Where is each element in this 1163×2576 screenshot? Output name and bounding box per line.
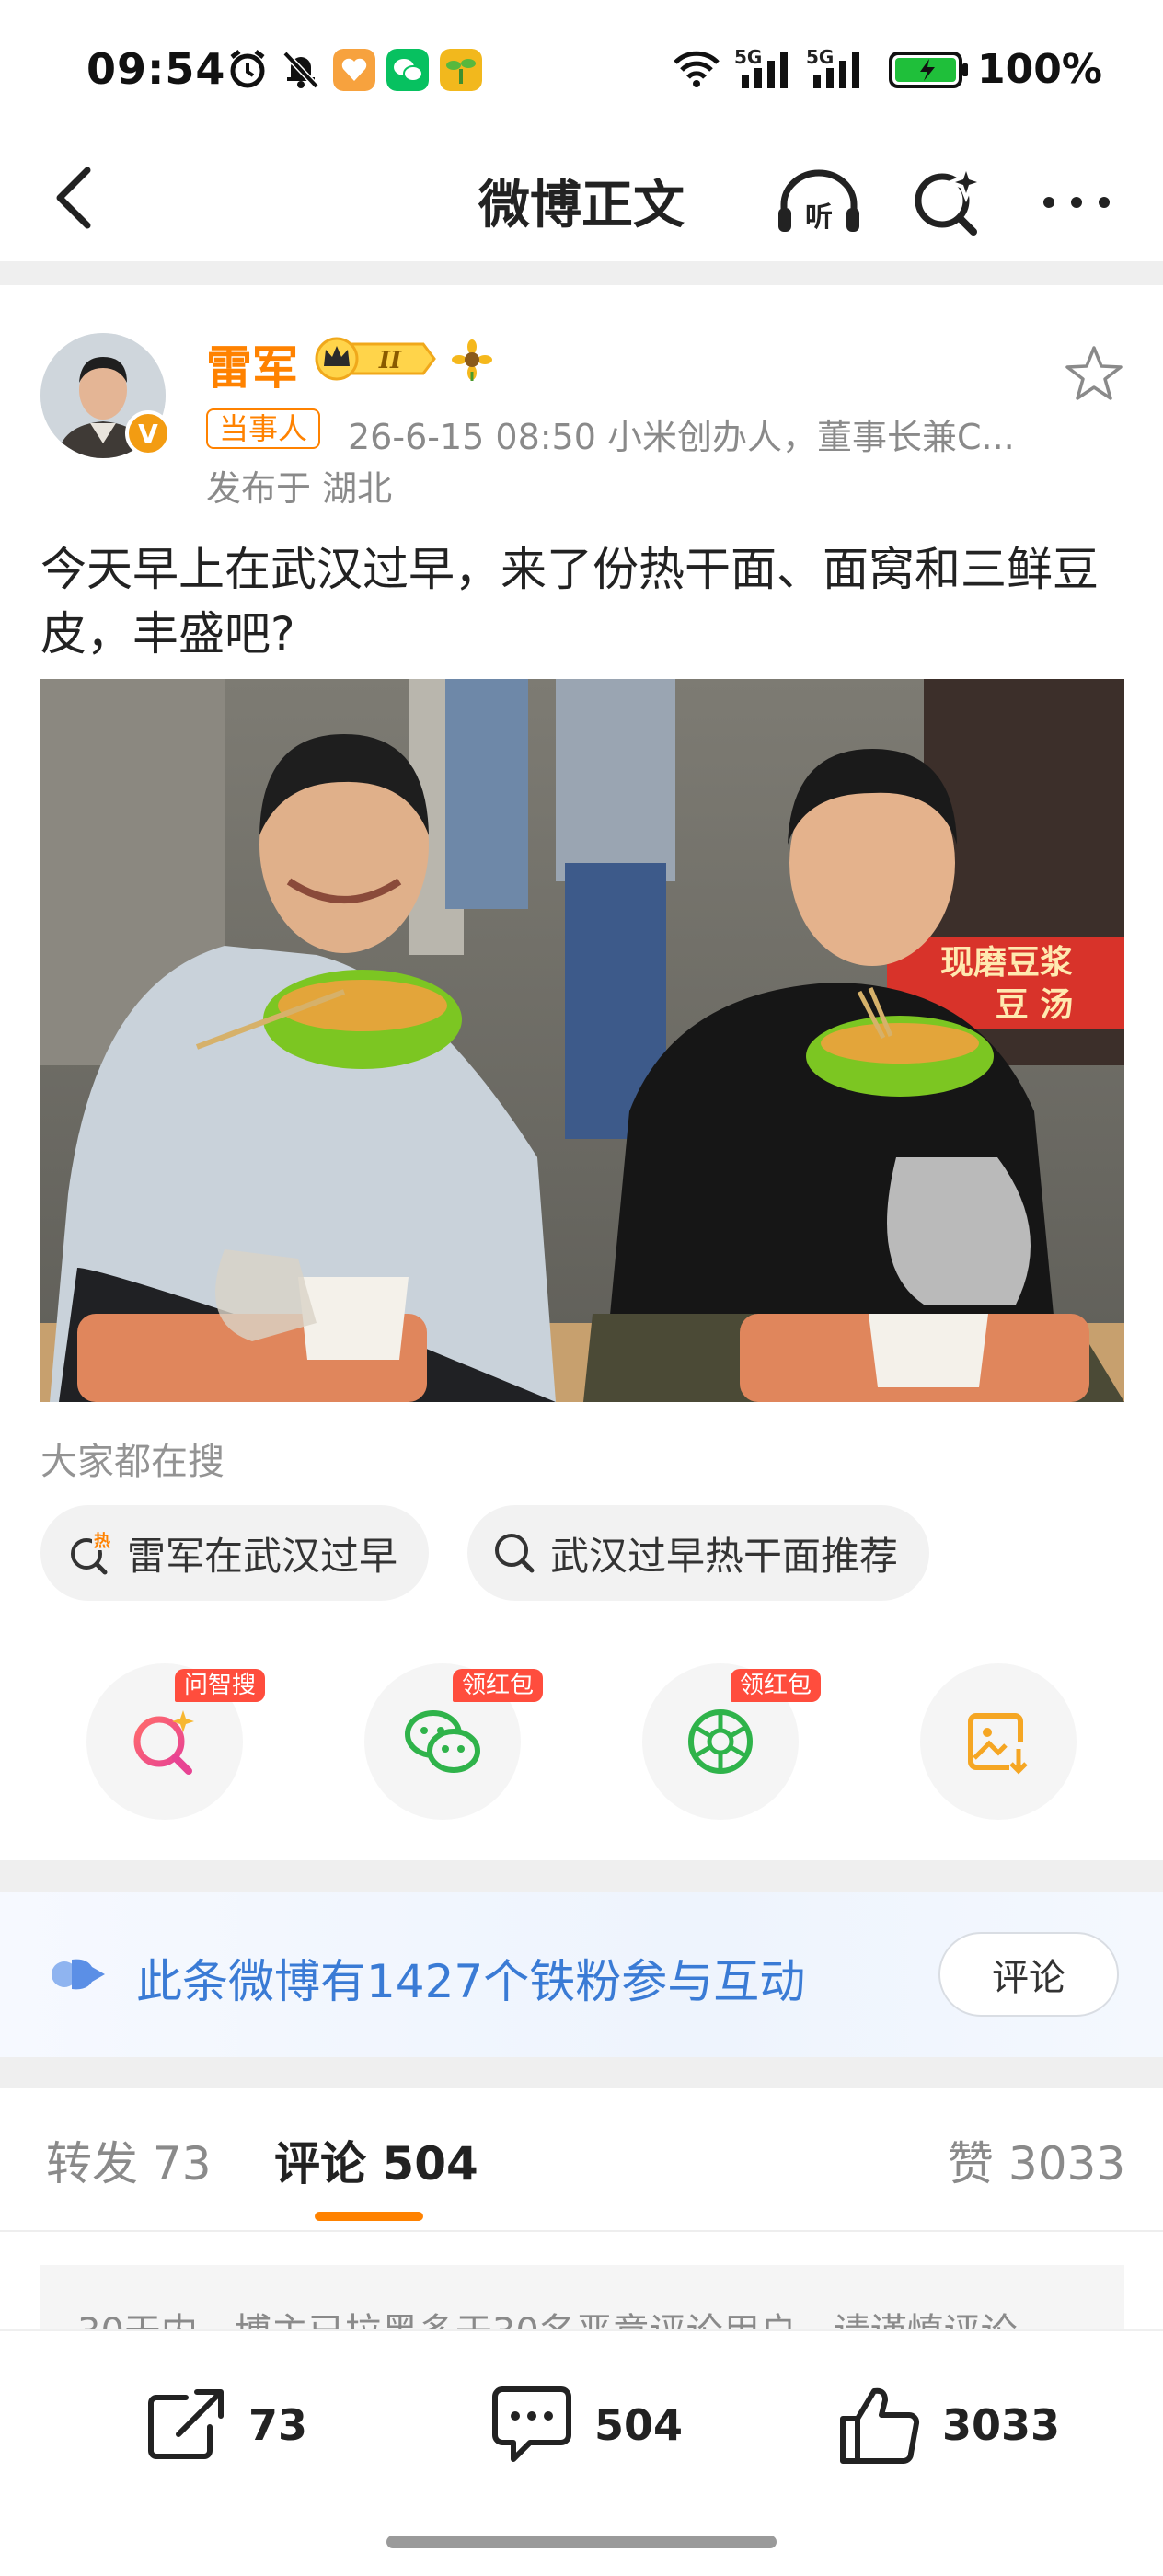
search-icon — [495, 1534, 535, 1573]
share-tag: 问智搜 — [175, 1669, 266, 1702]
post-meta: 26-6-15 08:50 小米创办人，董事长兼C... — [348, 417, 1015, 457]
tab-bar: 转发 73 评论 504 赞 3033 — [0, 2088, 1163, 2232]
hot-search-icon: 热 — [71, 1530, 112, 1575]
active-tab-indicator — [315, 2212, 423, 2221]
top-nav: 微博正文 听 — [0, 138, 1163, 261]
tab-like-label: 赞 — [948, 2137, 994, 2191]
post-photo[interactable]: 现磨豆浆 豆 汤 — [40, 679, 1124, 1402]
sunflower-icon — [452, 339, 492, 381]
verified-badge-icon: V — [125, 410, 171, 456]
comment-button[interactable]: 504 — [489, 2379, 683, 2471]
tab-like-count: 3033 — [1008, 2137, 1126, 2191]
save-image-icon — [968, 1713, 1028, 1775]
tab-repost-count: 73 — [152, 2137, 212, 2191]
favorite-star-icon[interactable] — [1062, 342, 1126, 407]
bottom-action-bar: 73 504 3033 — [0, 2329, 1163, 2576]
listen-button[interactable]: 听 — [773, 156, 865, 248]
wechat-icon — [386, 49, 429, 91]
post-photo-image: 现磨豆浆 豆 汤 — [40, 679, 1124, 1402]
like-thumb-icon — [840, 2387, 920, 2464]
battery-icon — [889, 52, 968, 88]
app-sprout-icon — [440, 49, 482, 91]
smart-search-button[interactable] — [902, 156, 994, 248]
repost-button[interactable]: 73 — [144, 2379, 307, 2471]
share-tag: 领红包 — [453, 1669, 544, 1702]
like-count: 3033 — [942, 2400, 1061, 2450]
fan-interaction-text: 此条微博有1427个铁粉参与互动 — [136, 1955, 806, 2008]
more-button[interactable] — [1031, 156, 1123, 248]
share-tag: 领红包 — [731, 1669, 822, 1702]
search-chip-2[interactable]: 武汉过早热干面推荐 — [467, 1505, 930, 1601]
author-name[interactable]: 雷军 — [206, 331, 298, 397]
photo-sign-line1: 现磨豆浆 — [940, 944, 1073, 982]
fan-comment-button[interactable]: 评论 — [938, 1932, 1119, 2017]
listen-label: 听 — [805, 201, 833, 234]
tab-comment-label: 评论 — [274, 2137, 366, 2191]
divider — [0, 1860, 1163, 1892]
signal-icon — [742, 52, 788, 88]
home-indicator[interactable] — [386, 2536, 777, 2548]
repost-icon — [148, 2389, 224, 2459]
vip-level-badge-icon[interactable]: II — [313, 337, 436, 381]
listen-icon: 听 — [778, 169, 859, 234]
clock: 09:54 — [86, 44, 226, 94]
battery-percent: 100% — [977, 46, 1102, 93]
post-location: 发布于 湖北 — [206, 468, 393, 509]
smart-search-icon — [915, 166, 985, 236]
tab-comment[interactable]: 评论 504 — [274, 2127, 478, 2193]
party-tag: 当事人 — [206, 408, 321, 449]
tab-repost[interactable]: 转发 73 — [46, 2127, 212, 2193]
search-chip-label: 雷军在武汉过早 — [127, 1533, 398, 1579]
repost-count: 73 — [248, 2400, 308, 2450]
comment-count: 504 — [594, 2400, 684, 2450]
tab-repost-label: 转发 — [46, 2137, 138, 2191]
like-button[interactable]: 3033 — [837, 2379, 1060, 2471]
divider — [0, 261, 1163, 285]
search-chip-1[interactable]: 热 雷军在武汉过早 — [40, 1505, 430, 1601]
fans-icon — [52, 1959, 105, 1990]
wifi-icon — [674, 51, 720, 87]
moments-share-icon — [688, 1709, 753, 1774]
search-section-label: 大家都在搜 — [40, 1441, 225, 1483]
tab-like[interactable]: 赞 3033 — [948, 2127, 1125, 2193]
mute-bell-icon — [282, 51, 319, 89]
post-text: 今天早上在武汉过早，来了份热干面、面窝和三鲜豆皮，丰盛吧? — [40, 543, 1099, 661]
status-bar: 09:54 5G 5G 100% — [0, 0, 1163, 138]
photo-sign-line2: 豆 汤 — [996, 986, 1074, 1024]
app-heart-icon — [333, 49, 375, 91]
comment-icon — [492, 2386, 571, 2462]
divider — [0, 2057, 1163, 2088]
more-icon — [1043, 197, 1110, 208]
hot-badge: 热 — [94, 1531, 110, 1551]
wechat-share-icon — [405, 1710, 480, 1773]
alarm-icon — [230, 50, 265, 88]
fan-interaction-banner: 此条微博有1427个铁粉参与互动 评论 — [0, 1892, 1163, 2057]
ai-search-icon — [133, 1710, 194, 1775]
search-chip-label: 武汉过早热干面推荐 — [550, 1533, 899, 1579]
signal-icon — [813, 52, 859, 88]
tab-comment-count: 504 — [382, 2137, 478, 2191]
vip-level: II — [378, 347, 402, 374]
save-image-button[interactable] — [920, 1663, 1077, 1820]
